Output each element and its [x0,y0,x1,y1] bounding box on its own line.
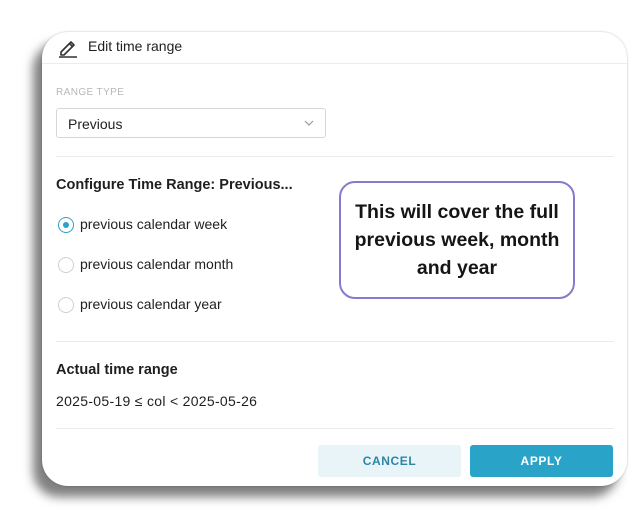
radio-previous-week[interactable]: previous calendar week [58,215,298,235]
radio-previous-month[interactable]: previous calendar month [58,255,298,275]
modal-title: Edit time range [88,38,183,54]
chevron-down-icon [304,120,314,126]
edit-time-range-modal: Edit time range RANGE TYPE Previous Conf… [42,32,627,486]
radio-button[interactable] [58,217,74,233]
range-type-select[interactable]: Previous [56,108,326,138]
range-type-value: Previous [68,116,123,132]
actual-range-value: 2025-05-19 ≤ col < 2025-05-26 [56,393,258,409]
pencil-icon [59,41,77,58]
configure-title: Configure Time Range: Previous... [56,177,293,193]
actual-range-title: Actual time range [56,362,178,378]
cancel-button[interactable]: CANCEL [318,445,461,477]
divider [56,428,614,429]
radio-label: previous calendar week [80,216,228,232]
divider [56,341,614,342]
divider [56,156,614,157]
range-type-label: RANGE TYPE [56,87,125,98]
radio-previous-year[interactable]: previous calendar year [58,295,298,315]
radio-label: previous calendar month [80,256,234,272]
radio-button[interactable] [58,257,74,273]
apply-button[interactable]: APPLY [470,445,613,477]
annotation-callout: This will cover the full previous week, … [339,181,575,299]
radio-button[interactable] [58,297,74,313]
radio-label: previous calendar year [80,296,222,312]
modal-header: Edit time range [42,32,627,64]
